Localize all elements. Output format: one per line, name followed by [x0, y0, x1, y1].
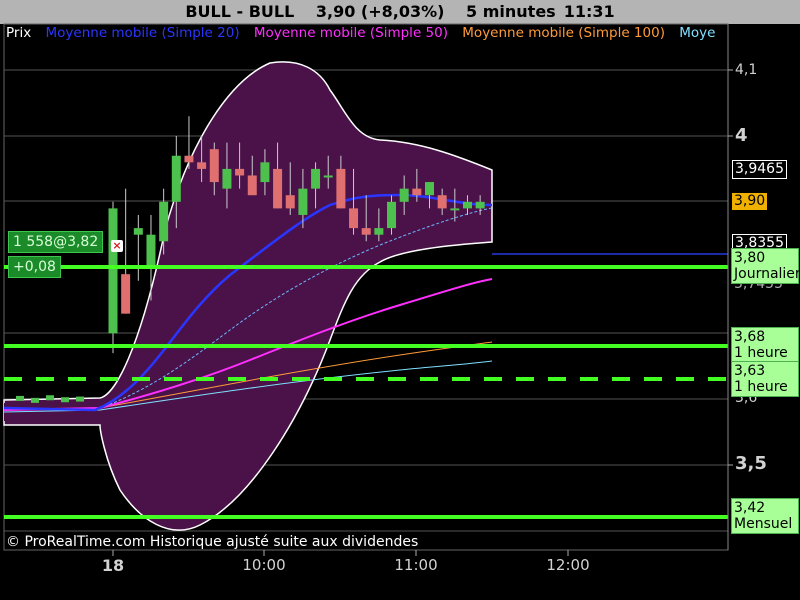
close-order-icon[interactable]: ×: [111, 240, 123, 252]
price-chart[interactable]: [0, 0, 800, 600]
x-tick-18: 18: [101, 556, 125, 575]
candle-body[interactable]: [425, 182, 434, 196]
candle-body[interactable]: [285, 195, 295, 209]
support-period: 1 heure: [734, 379, 788, 395]
support-box-1h-b[interactable]: 3,63 1 heure: [731, 361, 799, 397]
candle-body[interactable]: [311, 168, 321, 189]
support-price: 3,42: [734, 500, 766, 516]
candle-body[interactable]: [374, 228, 384, 235]
candle-body[interactable]: [235, 168, 245, 176]
candle-body[interactable]: [159, 201, 169, 242]
support-price: 3,68: [734, 329, 766, 345]
candle-body[interactable]: [16, 395, 24, 401]
candle-body[interactable]: [273, 168, 283, 209]
candle-body[interactable]: [61, 397, 69, 403]
candle-body[interactable]: [437, 195, 447, 209]
order-position-box[interactable]: 1 558@3,82: [8, 231, 104, 253]
copyright-text: © ProRealTime.com Historique ajusté suit…: [6, 534, 419, 550]
legend-price[interactable]: Prix: [6, 25, 31, 41]
candle-body[interactable]: [349, 208, 359, 229]
candle-body[interactable]: [197, 162, 207, 169]
support-price: 3,80: [734, 250, 766, 266]
support-box-journalier[interactable]: 3,80 Journalier: [731, 248, 800, 284]
support-box-1h-a[interactable]: 3,68 1 heure: [731, 327, 799, 363]
support-price: 3,63: [734, 363, 766, 379]
candle-body[interactable]: [475, 201, 485, 209]
order-pnl-box: +0,08: [8, 256, 61, 278]
candle-body[interactable]: [399, 188, 409, 202]
candle-body[interactable]: [412, 188, 422, 196]
candle-body[interactable]: [247, 175, 257, 196]
x-tick-1100: 11:00: [394, 556, 438, 574]
candle-body[interactable]: [133, 228, 143, 235]
candle-body[interactable]: [31, 397, 39, 403]
candle-body[interactable]: [298, 188, 308, 215]
candle-body[interactable]: [336, 168, 346, 209]
chart-legend: Prix Moyenne mobile (Simple 20) Moyenne …: [6, 25, 728, 41]
y-tick-4: 4: [735, 125, 748, 146]
candle-body[interactable]: [184, 155, 194, 163]
x-tick-1000: 10:00: [242, 556, 286, 574]
candle-body[interactable]: [450, 208, 460, 211]
candle-body[interactable]: [46, 395, 54, 401]
current-price-label: 3,90: [732, 193, 768, 210]
support-period: Journalier: [734, 266, 800, 282]
upper-band-label: 3,9465: [732, 160, 787, 179]
y-tick-3-5: 3,5: [735, 453, 767, 474]
candle-body[interactable]: [146, 234, 156, 268]
candle-body[interactable]: [121, 274, 131, 314]
x-tick-1200: 12:00: [546, 556, 590, 574]
candle-body[interactable]: [260, 162, 270, 183]
y-tick-4-1: 4,1: [735, 62, 758, 78]
legend-mm20[interactable]: Moyenne mobile (Simple 20): [46, 25, 240, 41]
candle-body[interactable]: [209, 149, 219, 183]
candle-body[interactable]: [108, 208, 118, 334]
candle-body[interactable]: [387, 201, 397, 229]
support-period: 1 heure: [734, 345, 788, 361]
support-box-mensuel[interactable]: 3,42 Mensuel: [731, 498, 799, 534]
legend-mm200[interactable]: Moye: [679, 25, 715, 41]
legend-mm50[interactable]: Moyenne mobile (Simple 50): [254, 25, 448, 41]
candle-body[interactable]: [323, 175, 333, 178]
candle-body[interactable]: [171, 155, 181, 202]
legend-mm100[interactable]: Moyenne mobile (Simple 100): [462, 25, 665, 41]
candle-body[interactable]: [462, 201, 472, 209]
candle-body[interactable]: [76, 396, 84, 402]
candle-body[interactable]: [222, 168, 232, 189]
candle-body[interactable]: [361, 228, 371, 235]
support-period: Mensuel: [734, 516, 793, 532]
